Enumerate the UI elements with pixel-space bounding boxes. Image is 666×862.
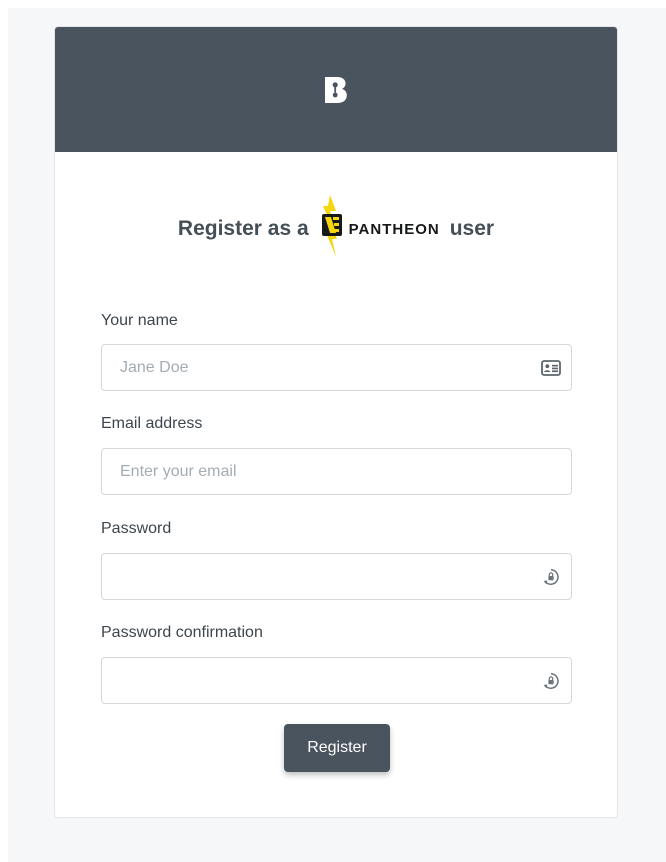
password-field[interactable]: [101, 553, 572, 600]
title-prefix: Register as a: [177, 217, 309, 240]
password-reveal-icon[interactable]: [541, 672, 561, 690]
password-confirmation-field[interactable]: [101, 657, 572, 704]
name-field[interactable]: [101, 344, 572, 391]
pantheon-bolt-icon: [319, 195, 345, 263]
pantheon-brand: PANTHEON: [319, 195, 440, 263]
register-card: Register as a PANTHEON user Your name Ja…: [54, 26, 618, 818]
password-confirmation-label: Password confirmation: [101, 624, 263, 641]
email-label: Email address: [101, 415, 203, 432]
name-label: Your name: [101, 312, 178, 329]
register-button[interactable]: Register: [284, 724, 390, 772]
b-logo-icon: [323, 75, 349, 105]
title-suffix: user: [449, 217, 495, 240]
password-reveal-icon[interactable]: [541, 568, 561, 586]
card-header: [55, 27, 617, 152]
email-field[interactable]: [101, 448, 572, 495]
email-input[interactable]: [102, 449, 571, 494]
password-confirmation-input[interactable]: [102, 658, 571, 703]
name-input[interactable]: [102, 345, 571, 390]
page-title: Register as a PANTHEON user: [55, 195, 617, 263]
password-label: Password: [101, 520, 172, 537]
brand-name: PANTHEON: [348, 220, 440, 238]
id-card-icon: [541, 359, 561, 377]
password-input[interactable]: [102, 554, 571, 599]
